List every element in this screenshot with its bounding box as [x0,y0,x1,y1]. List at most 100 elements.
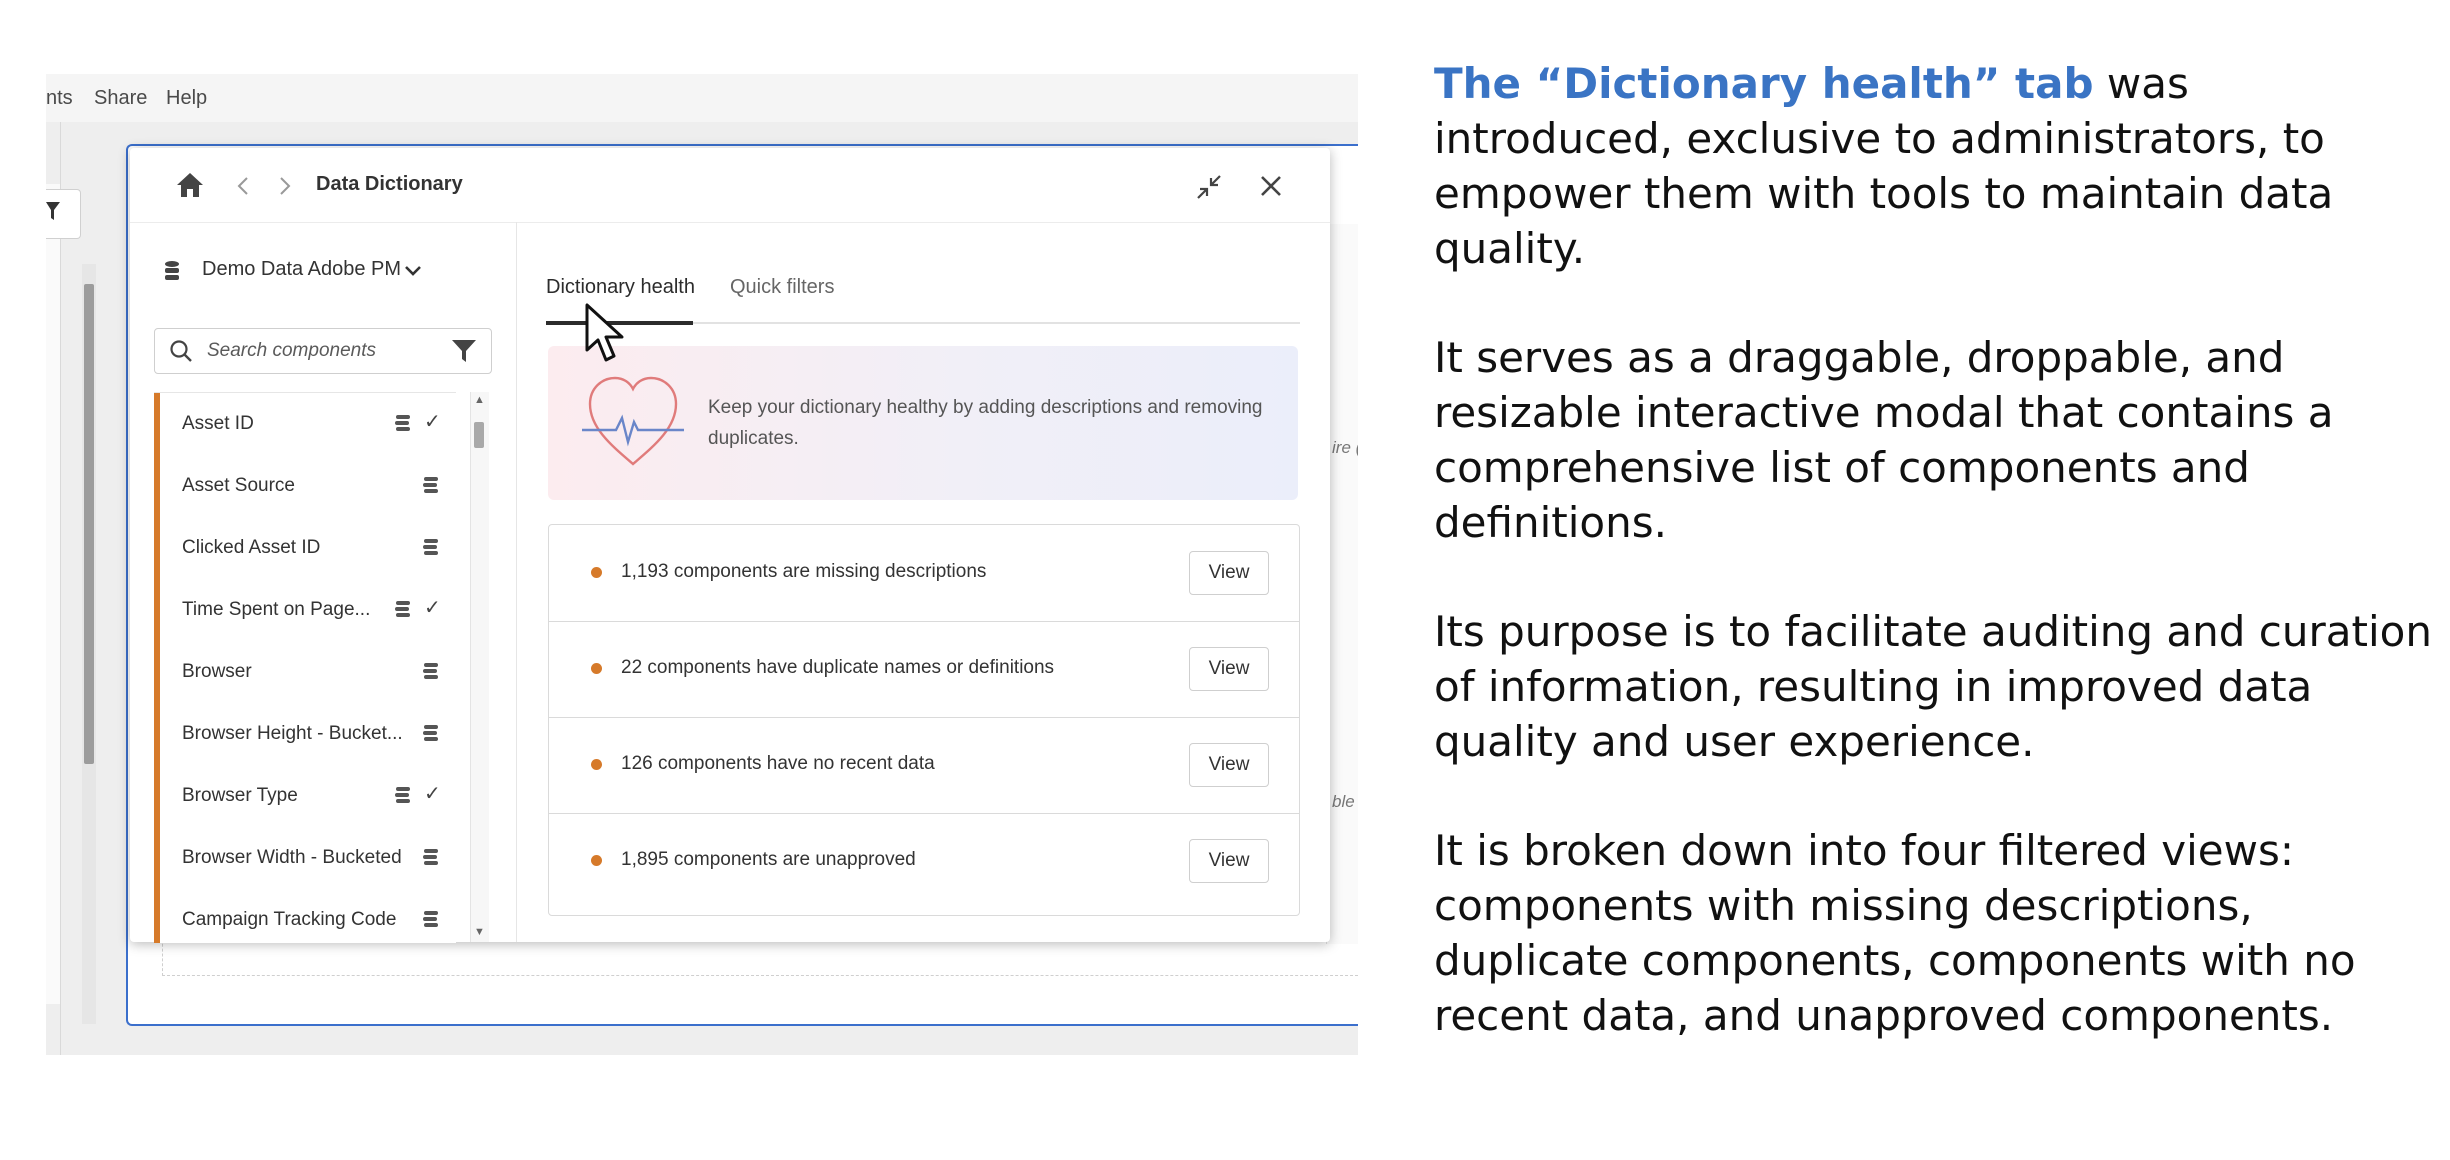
dimension-icon [423,849,438,865]
component-type-bar [154,455,160,517]
dimension-icon [423,477,438,493]
menu-item-components[interactable]: nts [46,87,73,110]
dimension-icon [423,663,438,679]
components-sidebar: Demo Data Adobe PM Asset ID [130,222,517,943]
explanation-paragraph-1: The “Dictionary health” tab was introduc… [1434,56,2434,276]
close-icon[interactable] [1260,175,1282,197]
background-filter-button[interactable] [46,189,81,239]
highlight-text: The “Dictionary health” tab [1434,59,2094,108]
menu-item-share[interactable]: Share [94,87,147,110]
dimension-icon [423,539,438,555]
issue-text: 1,895 components are unapproved [621,849,916,870]
tab-quick-filters[interactable]: Quick filters [730,276,834,299]
issue-text: 22 components have duplicate names or de… [621,657,1055,678]
data-dictionary-modal[interactable]: Data Dictionary Demo Data Adobe PM Searc… [130,148,1330,943]
database-icon [165,261,179,280]
component-label: Browser Height - Bucket... [182,723,403,744]
search-input[interactable] [205,337,429,365]
health-banner: Keep your dictionary healthy by adding d… [548,346,1298,500]
app-menu-bar: nts Share Help [46,74,1358,123]
list-item[interactable]: Asset Source [154,455,456,518]
component-label: Time Spent on Page... [182,599,371,620]
dimension-icon [395,787,410,803]
heart-health-icon [582,376,684,466]
component-label: Browser [182,661,252,682]
status-dot [591,663,602,674]
issue-row-missing-descriptions: 1,193 components are missing description… [549,525,1299,622]
data-source-label: Demo Data Adobe PM [202,258,401,280]
background-partial-label: ire ( [1332,438,1358,457]
list-item[interactable]: Clicked Asset ID [154,517,456,580]
component-type-bar [154,703,160,765]
component-list-scroll-thumb[interactable] [474,422,484,448]
component-label: Browser Type [182,785,298,806]
left-rail [46,184,61,1004]
dimension-icon [423,725,438,741]
view-button[interactable]: View [1189,551,1269,595]
banner-message: Keep your dictionary healthy by adding d… [708,397,1263,449]
explanation-paragraph-3: Its purpose is to facilitate auditing an… [1434,607,2432,766]
tab-dictionary-health[interactable]: Dictionary health [546,276,695,299]
list-item[interactable]: Browser Width - Bucketed [154,827,456,890]
explanation-paragraph-4: It is broken down into four filtered vie… [1434,826,2356,1040]
home-icon[interactable] [176,172,204,198]
list-item[interactable]: Browser Height - Bucket... [154,703,456,766]
menu-item-help[interactable]: Help [166,87,207,110]
check-icon: ✓ [424,597,441,619]
component-label: Clicked Asset ID [182,537,321,558]
component-list[interactable]: Asset ID ✓ Asset Source Clicked Asset ID [154,392,456,943]
minimize-icon[interactable] [1196,174,1222,200]
view-button[interactable]: View [1189,647,1269,691]
modal-header[interactable]: Data Dictionary [130,148,1330,223]
scroll-up-icon[interactable]: ▲ [474,394,485,406]
chevron-right-icon[interactable] [278,176,292,196]
status-dot [591,855,602,866]
dictionary-main-panel: Dictionary health Quick filters Keep you… [516,222,1330,942]
component-label: Browser Width - Bucketed [182,847,402,868]
search-field[interactable] [154,328,492,374]
component-type-bar [154,579,160,641]
list-item[interactable]: Browser Type ✓ [154,765,456,828]
list-item[interactable]: Campaign Tracking Code [154,889,456,943]
chevron-left-icon[interactable] [236,176,250,196]
component-label: Campaign Tracking Code [182,909,397,930]
component-type-bar [154,517,160,579]
issue-row-duplicates: 22 components have duplicate names or de… [549,621,1299,718]
explanation-text: The “Dictionary health” tab was introduc… [1434,56,2434,1097]
filter-icon[interactable] [451,339,477,363]
background-right-panel [1326,224,1358,944]
app-screenshot: nts Share Help ire ( ble Data Dictionary [46,74,1358,1055]
explanation-paragraph-2: It serves as a draggable, droppable, and… [1434,333,2334,547]
left-rail-divider [60,122,61,1055]
dimension-icon [423,911,438,927]
filter-icon [46,202,60,220]
scroll-down-icon[interactable]: ▼ [474,926,485,938]
component-label: Asset Source [182,475,295,496]
component-label: Asset ID [182,413,254,434]
issue-row-no-recent-data: 126 components have no recent data View [549,717,1299,814]
modal-title: Data Dictionary [316,173,463,195]
issue-text: 1,193 components are missing description… [621,561,987,582]
mouse-cursor-icon [585,303,624,362]
list-item[interactable]: Browser [154,641,456,704]
search-icon [170,340,192,362]
chevron-down-icon[interactable] [404,264,422,278]
check-icon: ✓ [424,783,441,805]
status-dot [591,759,602,770]
background-partial-label: ble [1332,792,1355,811]
issue-row-unapproved: 1,895 components are unapproved View [549,813,1299,909]
dimension-icon [395,601,410,617]
view-button[interactable]: View [1189,743,1269,787]
component-type-bar [154,889,160,943]
list-item[interactable]: Asset ID ✓ [154,393,456,456]
dimension-icon [395,415,410,431]
status-dot [591,567,602,578]
component-type-bar [154,827,160,889]
list-item[interactable]: Time Spent on Page... ✓ [154,579,456,642]
health-issue-list: 1,193 components are missing description… [548,524,1300,916]
check-icon: ✓ [424,411,441,433]
background-scrollbar-thumb[interactable] [84,284,94,764]
view-button[interactable]: View [1189,839,1269,883]
component-type-bar [154,641,160,703]
component-list-scrollbar[interactable] [470,392,489,942]
